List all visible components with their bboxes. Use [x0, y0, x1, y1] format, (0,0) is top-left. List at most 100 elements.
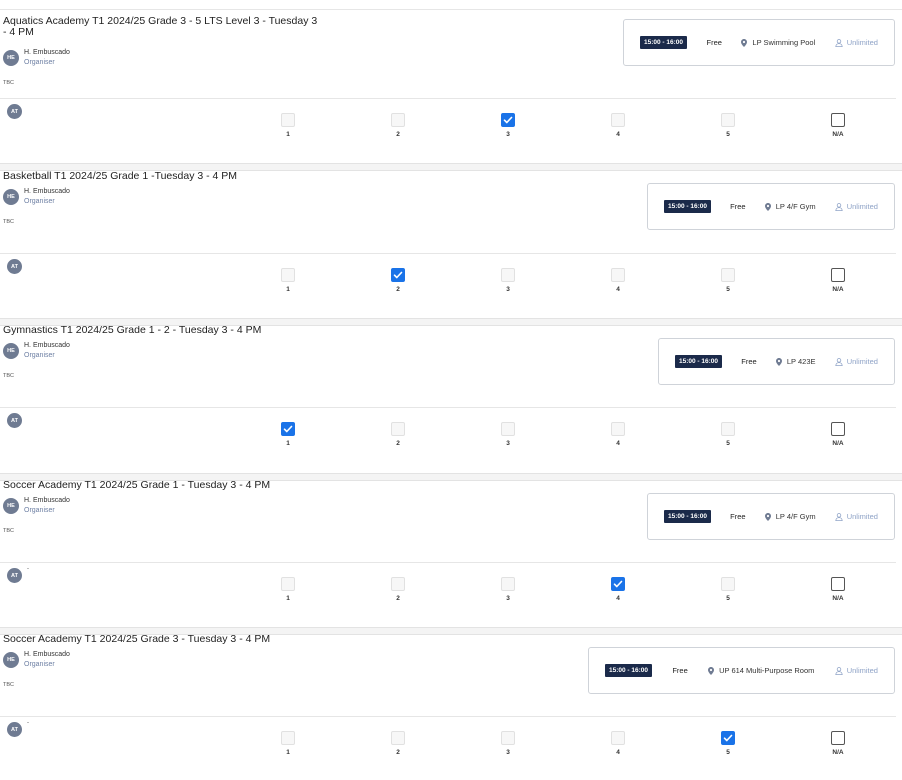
- checkbox-box[interactable]: [831, 113, 845, 127]
- option-label: 1: [286, 749, 290, 756]
- checkbox-box[interactable]: [391, 422, 405, 436]
- checkbox-box[interactable]: [501, 422, 515, 436]
- option-3-checkbox[interactable]: [501, 113, 515, 127]
- option-4-checkbox[interactable]: [611, 731, 625, 745]
- option-5-checkbox[interactable]: [721, 731, 735, 745]
- attendee-avatar: AT: [7, 722, 22, 737]
- option-4-checkbox[interactable]: [611, 422, 625, 436]
- option-label: N/A: [832, 440, 844, 447]
- checkbox-box[interactable]: [281, 731, 295, 745]
- organiser-role: Organiser: [24, 59, 55, 66]
- option-3-checkbox[interactable]: [501, 422, 515, 436]
- checkbox-box[interactable]: [721, 113, 735, 127]
- card-separator: [0, 318, 902, 326]
- option-1-checkbox[interactable]: [281, 268, 295, 282]
- checkbox-box[interactable]: [391, 268, 405, 282]
- checkbox-box[interactable]: [501, 731, 515, 745]
- option-na-checkbox[interactable]: [831, 731, 845, 745]
- checkbox-box[interactable]: [831, 577, 845, 591]
- attendee-avatar: AT: [7, 104, 22, 119]
- option-2-checkbox[interactable]: [391, 268, 405, 282]
- checkbox-box[interactable]: [831, 422, 845, 436]
- map-pin-icon: [764, 202, 771, 211]
- location: LP Swimming Pool: [741, 38, 815, 47]
- checkbox-box[interactable]: [281, 268, 295, 282]
- option-label: 5: [726, 749, 730, 756]
- option-3-checkbox[interactable]: [501, 268, 515, 282]
- card-separator: [0, 163, 902, 171]
- price-label: Free: [672, 666, 688, 675]
- organiser-info: H. Embuscado Organiser: [24, 187, 70, 207]
- activity-card: Aquatics Academy T1 2024/25 Grade 3 - 5 …: [0, 16, 902, 161]
- activity-title: Gymnastics T1 2024/25 Grade 1 - 2 - Tues…: [3, 324, 262, 336]
- checkbox-box[interactable]: [721, 268, 735, 282]
- activity-card: Soccer Academy T1 2024/25 Grade 1 - Tues…: [0, 480, 902, 625]
- option-4-checkbox[interactable]: [611, 113, 625, 127]
- checkbox-box[interactable]: [501, 268, 515, 282]
- checkbox-box[interactable]: [831, 731, 845, 745]
- option-label: 2: [396, 595, 400, 602]
- option-1-checkbox[interactable]: [281, 731, 295, 745]
- card-separator: [0, 473, 902, 481]
- price-label: Free: [730, 202, 746, 211]
- option-5-checkbox[interactable]: [721, 577, 735, 591]
- organiser-avatar: HE: [3, 189, 19, 205]
- option-na-checkbox[interactable]: [831, 113, 845, 127]
- organiser-info: H. Embuscado Organiser: [24, 650, 70, 670]
- capacity-text: Unlimited: [846, 202, 878, 211]
- checkbox-box[interactable]: [391, 731, 405, 745]
- option-3-checkbox[interactable]: [501, 731, 515, 745]
- price-label: Free: [730, 512, 746, 521]
- checkmark-icon: [723, 734, 733, 742]
- checkbox-box[interactable]: [611, 577, 625, 591]
- option-4-checkbox[interactable]: [611, 268, 625, 282]
- option-5-checkbox[interactable]: [721, 113, 735, 127]
- activity-title: Basketball T1 2024/25 Grade 1 -Tuesday 3…: [3, 170, 238, 182]
- checkbox-box[interactable]: [611, 422, 625, 436]
- option-2-checkbox[interactable]: [391, 577, 405, 591]
- option-label: 3: [506, 595, 510, 602]
- checkbox-box[interactable]: [721, 731, 735, 745]
- checkbox-box[interactable]: [281, 577, 295, 591]
- option-3-checkbox[interactable]: [501, 577, 515, 591]
- option-label: 5: [726, 131, 730, 138]
- option-2-checkbox[interactable]: [391, 113, 405, 127]
- checkbox-box[interactable]: [281, 113, 295, 127]
- organiser-name: H. Embuscado: [24, 188, 70, 195]
- attendee-avatar: AT: [7, 568, 22, 583]
- option-label: 4: [616, 440, 620, 447]
- location-text: LP 4/F Gym: [775, 512, 816, 521]
- option-na-checkbox[interactable]: [831, 268, 845, 282]
- time-badge: 15:00 - 16:00: [664, 510, 712, 523]
- option-4-checkbox[interactable]: [611, 577, 625, 591]
- checkbox-box[interactable]: [501, 577, 515, 591]
- option-2-checkbox[interactable]: [391, 422, 405, 436]
- checkbox-box[interactable]: [611, 113, 625, 127]
- checkbox-box[interactable]: [281, 422, 295, 436]
- option-label: 5: [726, 440, 730, 447]
- checkbox-box[interactable]: [501, 113, 515, 127]
- activity-card: Gymnastics T1 2024/25 Grade 1 - 2 - Tues…: [0, 325, 902, 470]
- option-1-checkbox[interactable]: [281, 113, 295, 127]
- option-5-checkbox[interactable]: [721, 268, 735, 282]
- session-info-box: 15:00 - 16:00 Free LP 4/F Gym Unlimited: [647, 183, 895, 230]
- location-text: UP 614 Multi-Purpose Room: [719, 666, 815, 675]
- option-1-checkbox[interactable]: [281, 577, 295, 591]
- organiser: HE H. Embuscado Organiser: [3, 187, 70, 207]
- checkbox-box[interactable]: [391, 577, 405, 591]
- checkbox-box[interactable]: [721, 422, 735, 436]
- location: UP 614 Multi-Purpose Room: [708, 666, 814, 675]
- checkbox-box[interactable]: [721, 577, 735, 591]
- organiser: HE H. Embuscado Organiser: [3, 48, 70, 68]
- option-5-checkbox[interactable]: [721, 422, 735, 436]
- checkbox-box[interactable]: [611, 731, 625, 745]
- option-na-checkbox[interactable]: [831, 577, 845, 591]
- checkbox-box[interactable]: [391, 113, 405, 127]
- checkbox-box[interactable]: [611, 268, 625, 282]
- option-label: 2: [396, 440, 400, 447]
- option-1-checkbox[interactable]: [281, 422, 295, 436]
- option-label: 2: [396, 131, 400, 138]
- option-2-checkbox[interactable]: [391, 731, 405, 745]
- checkbox-box[interactable]: [831, 268, 845, 282]
- option-na-checkbox[interactable]: [831, 422, 845, 436]
